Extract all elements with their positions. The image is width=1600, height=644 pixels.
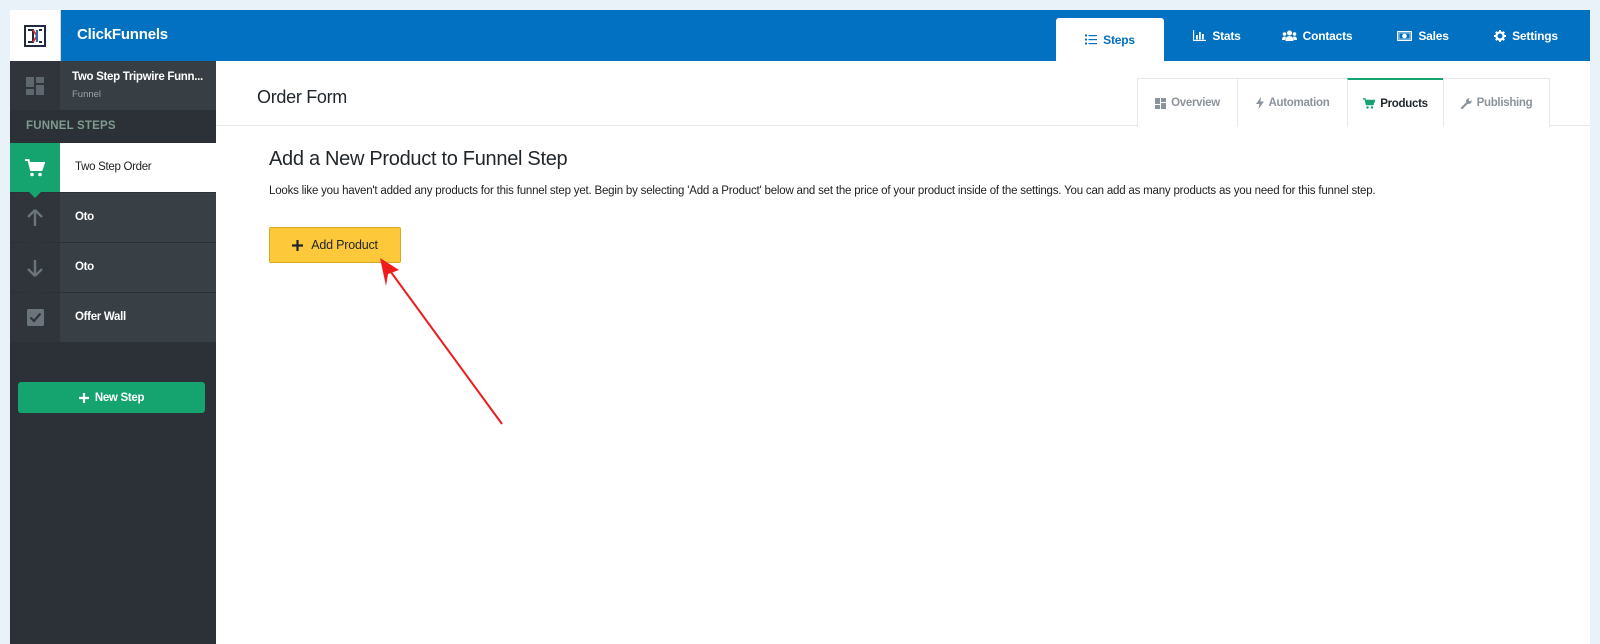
- app-window: ClickFunnels Steps Stats Contacts Sales …: [10, 10, 1590, 644]
- step-oto-up[interactable]: Oto: [10, 193, 216, 248]
- step-label: Oto: [75, 261, 94, 273]
- content-title: Add a New Product to Funnel Step: [269, 148, 568, 170]
- content-description: Looks like you haven't added any product…: [269, 185, 1376, 197]
- sidebar: Two Step Tripwire Funn... Funnel FUNNEL …: [10, 61, 216, 644]
- add-product-label: Add Product: [311, 238, 378, 252]
- funnel-name: Two Step Tripwire Funn...: [72, 71, 203, 83]
- tab-contacts[interactable]: Contacts: [1258, 10, 1376, 61]
- tab-publishing-label: Publishing: [1476, 97, 1533, 109]
- new-step-button[interactable]: New Step: [18, 382, 205, 413]
- step-icon-column: [10, 243, 60, 292]
- step-label: Offer Wall: [75, 311, 126, 323]
- wrench-icon: [1460, 97, 1472, 109]
- funnel-type: Funnel: [72, 89, 102, 100]
- gear-icon: [1494, 29, 1507, 42]
- tab-products-label: Products: [1380, 97, 1428, 110]
- tab-sales-label: Sales: [1418, 28, 1449, 43]
- top-bar: ClickFunnels Steps Stats Contacts Sales …: [10, 10, 1590, 61]
- tab-products[interactable]: Products: [1347, 78, 1444, 127]
- step-offer-wall[interactable]: Offer Wall: [10, 293, 216, 342]
- brand-name: ClickFunnels: [77, 26, 168, 43]
- clickfunnels-logo-icon: [24, 24, 46, 47]
- step-icon-column: [10, 293, 60, 342]
- step-label: Oto: [75, 211, 94, 223]
- step-icon-column: [10, 143, 60, 192]
- plus-icon: [78, 392, 89, 403]
- cart-icon: [1363, 98, 1376, 109]
- page-title: Order Form: [257, 87, 348, 107]
- tab-settings-label: Settings: [1512, 28, 1558, 43]
- tab-stats-label: Stats: [1212, 28, 1241, 43]
- tab-sales[interactable]: Sales: [1376, 10, 1470, 61]
- page-header: Order Form Overview Automation Products …: [216, 61, 1590, 127]
- plus-icon: [292, 239, 304, 251]
- step-two-step-order[interactable]: Two Step Order: [10, 143, 216, 198]
- dashboard-icon: [26, 76, 44, 95]
- cart-icon: [25, 158, 45, 176]
- tab-automation[interactable]: Automation: [1237, 78, 1348, 127]
- funnel-header[interactable]: Two Step Tripwire Funn... Funnel: [10, 61, 216, 110]
- add-product-button[interactable]: Add Product: [269, 227, 401, 263]
- step-label: Two Step Order: [75, 161, 152, 173]
- main-content: Order Form Overview Automation Products …: [216, 61, 1590, 644]
- step-tabs: Overview Automation Products Publishing: [1137, 78, 1550, 127]
- arrow-up-icon: [27, 208, 43, 226]
- tab-settings[interactable]: Settings: [1470, 10, 1582, 61]
- funnel-steps-heading: FUNNEL STEPS: [26, 120, 116, 132]
- bolt-icon: [1255, 97, 1264, 109]
- users-icon: [1281, 30, 1297, 41]
- list-icon: [1085, 34, 1098, 45]
- checkbox-icon: [26, 309, 44, 326]
- tab-automation-label: Automation: [1268, 97, 1330, 109]
- step-icon-column: [10, 193, 60, 242]
- step-notch: [29, 292, 41, 298]
- step-notch: [29, 242, 41, 248]
- step-notch: [29, 192, 41, 198]
- bar-chart-icon: [1193, 30, 1207, 41]
- logo[interactable]: [10, 10, 61, 61]
- step-oto-down[interactable]: Oto: [10, 243, 216, 298]
- top-nav: Steps Stats Contacts Sales Settings: [1056, 10, 1590, 61]
- new-step-label: New Step: [94, 391, 145, 404]
- tab-stats[interactable]: Stats: [1176, 10, 1258, 61]
- tab-overview-label: Overview: [1171, 97, 1220, 109]
- tab-contacts-label: Contacts: [1302, 28, 1353, 43]
- tab-steps[interactable]: Steps: [1056, 18, 1164, 61]
- grid-icon: [1155, 97, 1167, 109]
- funnel-icon-column: [10, 61, 60, 110]
- arrow-down-icon: [27, 259, 43, 277]
- tab-steps-label: Steps: [1103, 32, 1135, 47]
- tab-publishing[interactable]: Publishing: [1443, 78, 1550, 127]
- tab-overview[interactable]: Overview: [1137, 78, 1238, 127]
- money-icon: [1397, 30, 1413, 41]
